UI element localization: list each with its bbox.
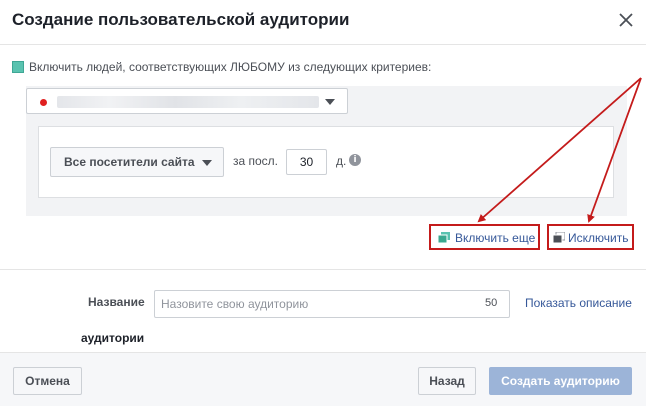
audience-name-input[interactable] (161, 295, 461, 313)
visitors-dropdown[interactable]: Все посетители сайта (50, 147, 224, 177)
rule-box: Все посетители сайта за посл. д. i (38, 126, 614, 198)
exclude-copy-icon (553, 232, 565, 243)
retention-label: за посл. (233, 154, 279, 168)
divider (0, 269, 646, 270)
include-copy-icon (438, 232, 450, 243)
audience-name-label-line2: аудитории (81, 331, 145, 345)
chevron-down-icon (325, 99, 335, 105)
dialog-footer: Отмена Назад Создать аудиторию (0, 352, 646, 406)
back-button[interactable]: Назад (418, 367, 476, 395)
exclude-button[interactable]: Исключить (547, 224, 634, 250)
show-description-link[interactable]: Показать описание (525, 296, 632, 310)
custom-audience-dialog: Создание пользовательской аудитории Вклю… (0, 0, 646, 406)
include-more-button[interactable]: Включить еще (429, 224, 540, 250)
status-dot-icon (40, 99, 47, 106)
dialog-header: Создание пользовательской аудитории (0, 0, 646, 45)
include-more-label: Включить еще (455, 231, 536, 245)
retention-days-input[interactable] (286, 149, 327, 175)
create-audience-button[interactable]: Создать аудиторию (489, 367, 632, 395)
visitors-dropdown-label: Все посетители сайта (64, 155, 195, 169)
audience-name-label: Название (88, 295, 145, 309)
include-checkbox-icon (12, 61, 24, 73)
char-counter: 50 (485, 297, 498, 309)
retention-unit: д. (336, 154, 347, 168)
source-dropdown[interactable] (26, 88, 348, 114)
include-criteria-label: Включить людей, соответствующих ЛЮБОМУ и… (29, 60, 432, 74)
close-icon[interactable] (616, 10, 636, 30)
chevron-down-icon (202, 160, 212, 166)
criteria-block: Все посетители сайта за посл. д. i (26, 86, 627, 216)
blurred-source-name (57, 96, 319, 108)
audience-name-field[interactable]: 50 (154, 290, 510, 318)
exclude-label: Исключить (568, 231, 629, 245)
dialog-title: Создание пользовательской аудитории (12, 10, 350, 29)
cancel-button[interactable]: Отмена (13, 367, 82, 395)
info-icon[interactable]: i (349, 154, 361, 166)
